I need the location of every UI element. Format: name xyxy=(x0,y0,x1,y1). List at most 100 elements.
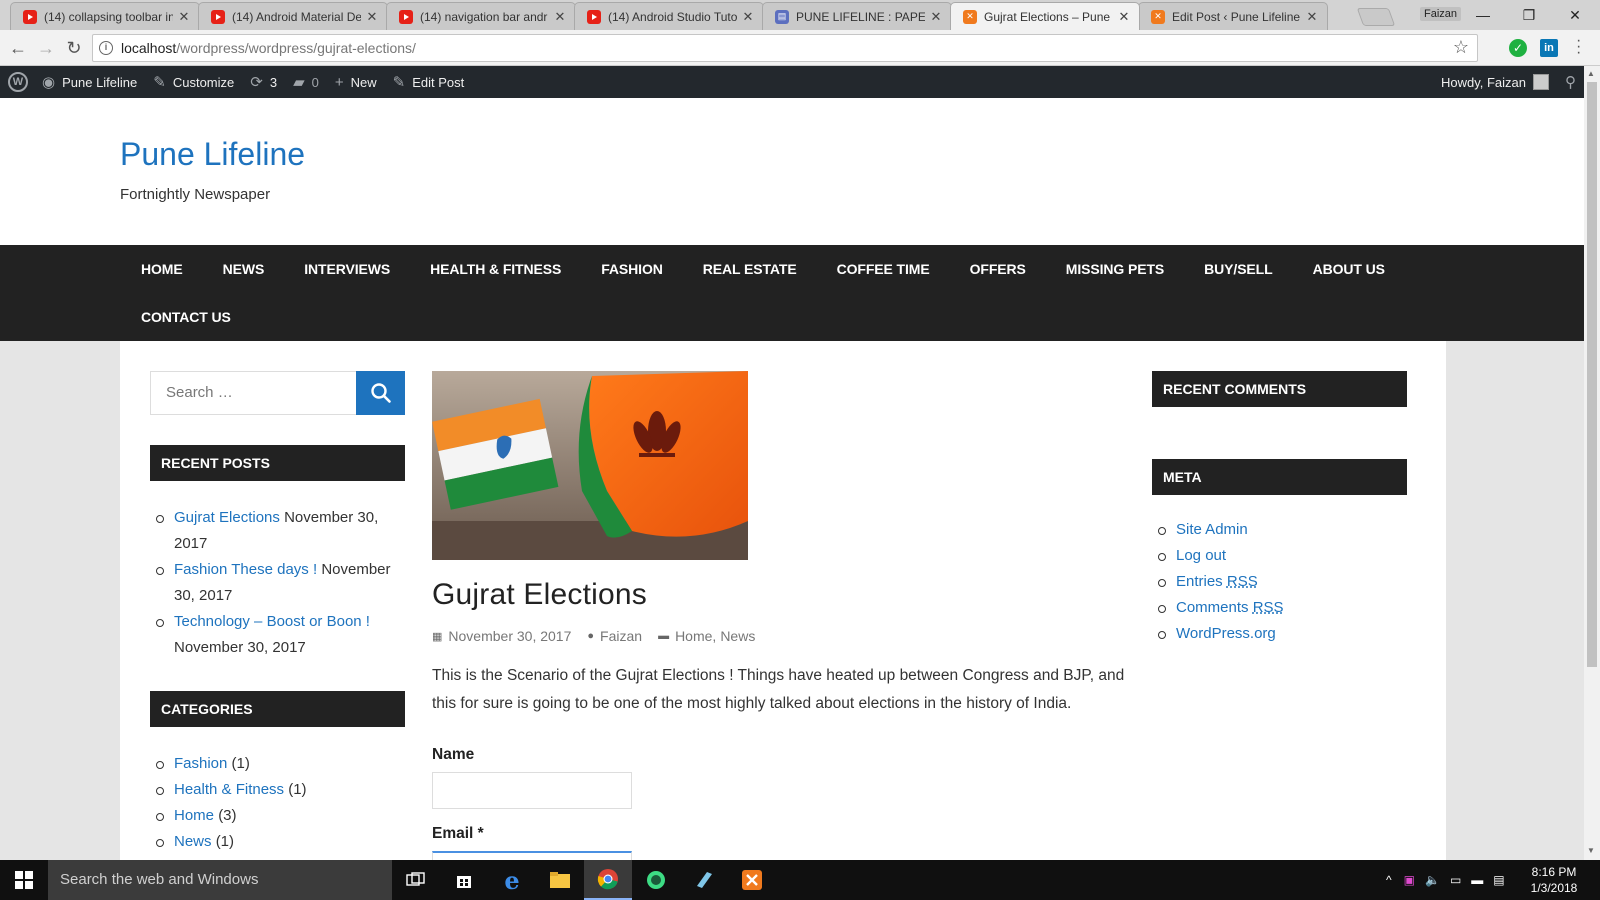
category-home-link[interactable]: Home xyxy=(675,628,712,644)
android-studio-icon[interactable] xyxy=(632,860,680,900)
extension-check-icon[interactable]: ✓ xyxy=(1509,39,1527,57)
back-icon[interactable]: ← xyxy=(6,36,30,60)
close-icon[interactable]: ✕ xyxy=(553,9,567,25)
notifications-icon[interactable]: ▤ xyxy=(1493,873,1504,887)
meta-site-admin-link[interactable]: Site Admin xyxy=(1176,521,1248,538)
category-link[interactable]: Home xyxy=(174,807,214,824)
address-bar[interactable]: i localhost/wordpress/wordpress/gujrat-e… xyxy=(92,34,1478,62)
nav-item-interviews[interactable]: INTERVIEWS xyxy=(284,245,410,293)
close-icon[interactable]: ✕ xyxy=(177,9,191,25)
meta-entries-rss-link[interactable]: Entries RSS xyxy=(1176,573,1258,590)
tray-chevron-icon[interactable]: ^ xyxy=(1386,873,1392,887)
browser-tab[interactable]: ▤ PUNE LIFELINE : PAPER A ✕ xyxy=(762,2,952,30)
search-button[interactable] xyxy=(356,371,405,415)
search-input[interactable]: Search … xyxy=(150,371,356,415)
task-view-icon[interactable] xyxy=(392,860,440,900)
admin-updates[interactable]: ⟳ 3 xyxy=(242,66,285,98)
admin-new[interactable]: + New xyxy=(327,66,385,98)
close-icon[interactable]: ✕ xyxy=(1117,9,1131,25)
scroll-thumb[interactable] xyxy=(1587,82,1597,667)
meta-logout-link[interactable]: Log out xyxy=(1176,547,1226,564)
taskbar-clock[interactable]: 8:16 PM 1/3/2018 xyxy=(1526,864,1582,896)
info-icon[interactable]: i xyxy=(99,41,113,55)
nav-item-home[interactable]: HOME xyxy=(121,245,203,293)
admin-account[interactable]: Howdy, Faizan xyxy=(1433,66,1557,98)
minimize-icon[interactable]: — xyxy=(1460,4,1506,26)
meta-link-text: Comments xyxy=(1176,599,1253,616)
browser-tab[interactable]: ✕ Edit Post ‹ Pune Lifeline ✕ xyxy=(1138,2,1328,30)
bookmark-star-icon[interactable]: ☆ xyxy=(1453,37,1469,58)
meta-wordpress-org-link[interactable]: WordPress.org xyxy=(1176,625,1276,642)
recent-post-link[interactable]: Gujrat Elections xyxy=(174,509,280,526)
email-field[interactable] xyxy=(432,851,632,860)
nav-item-real-estate[interactable]: REAL ESTATE xyxy=(683,245,817,293)
category-link[interactable]: Fashion xyxy=(174,755,227,772)
scroll-up-icon[interactable]: ▲ xyxy=(1587,69,1595,78)
url-host: localhost xyxy=(121,40,177,56)
forward-icon[interactable]: → xyxy=(34,36,58,60)
post-categories: ▬ Home, News xyxy=(658,628,755,644)
xampp-taskbar-icon[interactable] xyxy=(728,860,776,900)
post-author[interactable]: ● Faizan xyxy=(587,628,642,644)
browser-tab[interactable]: (14) Android Studio Tuto ✕ xyxy=(574,2,764,30)
close-icon[interactable]: ✕ xyxy=(741,9,755,25)
nav-item-coffee-time[interactable]: COFFEE TIME xyxy=(817,245,950,293)
close-window-icon[interactable]: ✕ xyxy=(1552,4,1598,26)
edge-icon[interactable]: e xyxy=(488,860,536,900)
reload-icon[interactable]: ↻ xyxy=(62,36,86,60)
scroll-down-icon[interactable]: ▼ xyxy=(1587,846,1595,855)
category-link[interactable]: News xyxy=(174,833,212,850)
admin-comments[interactable]: ▰ 0 xyxy=(285,66,327,98)
browser-tab[interactable]: (14) collapsing toolbar in ✕ xyxy=(10,2,200,30)
meta-comments-rss-link[interactable]: Comments RSS xyxy=(1176,599,1284,616)
linkedin-icon[interactable]: in xyxy=(1540,39,1558,57)
recent-post-link[interactable]: Fashion These days ! xyxy=(174,561,317,578)
file-explorer-icon[interactable] xyxy=(536,860,584,900)
nav-item-fashion[interactable]: FASHION xyxy=(581,245,683,293)
name-field[interactable] xyxy=(432,772,632,809)
featured-image[interactable] xyxy=(432,371,748,560)
nav-item-contact-us[interactable]: CONTACT US xyxy=(121,293,251,341)
comment-icon: ▰ xyxy=(293,74,305,91)
nav-item-news[interactable]: NEWS xyxy=(203,245,285,293)
post-date[interactable]: ▦ November 30, 2017 xyxy=(432,628,571,644)
close-icon[interactable]: ✕ xyxy=(365,9,379,25)
start-button[interactable] xyxy=(0,860,48,900)
browser-menu-icon[interactable]: · · · xyxy=(1576,33,1581,61)
site-title[interactable]: Pune Lifeline xyxy=(120,136,305,173)
nav-item-offers[interactable]: OFFERS xyxy=(950,245,1046,293)
battery-icon[interactable]: ▬ xyxy=(1471,873,1483,887)
nav-item-missing-pets[interactable]: MISSING PETS xyxy=(1046,245,1184,293)
volume-icon[interactable]: 🔈 xyxy=(1425,873,1440,887)
nav-item-buy-sell[interactable]: BUY/SELL xyxy=(1184,245,1292,293)
admin-site-name[interactable]: ◉ Pune Lifeline xyxy=(34,66,145,98)
category-news-link[interactable]: News xyxy=(720,628,755,644)
profile-name[interactable]: Faizan xyxy=(1420,7,1462,21)
network-icon[interactable]: ▭ xyxy=(1450,873,1461,887)
close-icon[interactable]: ✕ xyxy=(929,9,943,25)
nav-item-health-fitness[interactable]: HEALTH & FITNESS xyxy=(410,245,581,293)
restore-icon[interactable]: ❐ xyxy=(1506,4,1552,26)
wordpress-logo-icon[interactable]: W xyxy=(8,72,28,92)
category-separator: , xyxy=(712,628,717,644)
admin-edit-post[interactable]: ✎ Edit Post xyxy=(385,66,473,98)
browser-tab[interactable]: (14) Android Material De ✕ xyxy=(198,2,388,30)
chrome-icon[interactable] xyxy=(584,860,632,900)
tray-app-icon[interactable]: ▣ xyxy=(1404,873,1415,887)
category-link[interactable]: Health & Fitness xyxy=(174,781,284,798)
store-icon[interactable] xyxy=(440,860,488,900)
list-item: Comments RSS xyxy=(1156,595,1407,621)
nav-item-about-us[interactable]: ABOUT US xyxy=(1293,245,1405,293)
browser-tab-active[interactable]: ✕ Gujrat Elections – Pune L ✕ xyxy=(950,2,1140,30)
plus-icon: + xyxy=(334,73,344,91)
close-icon[interactable]: ✕ xyxy=(1305,9,1319,25)
taskbar-search[interactable]: Search the web and Windows xyxy=(48,860,392,900)
admin-search-icon[interactable]: ⚲ xyxy=(1557,66,1584,98)
page-scrollbar[interactable]: ▲ ▼ xyxy=(1584,66,1600,860)
windows-logo-icon xyxy=(15,871,33,889)
recent-post-link[interactable]: Technology – Boost or Boon ! xyxy=(174,613,370,630)
notes-app-icon[interactable] xyxy=(680,860,728,900)
browser-tab[interactable]: (14) navigation bar andr ✕ xyxy=(386,2,576,30)
new-tab-button[interactable] xyxy=(1356,8,1396,26)
admin-customize[interactable]: ✎ Customize xyxy=(145,66,242,98)
